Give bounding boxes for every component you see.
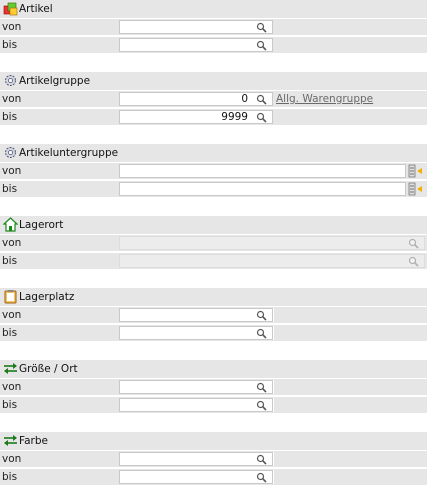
section-title: Artikeluntergruppe: [19, 147, 119, 159]
row-bis: bis: [0, 37, 427, 53]
artikelgruppe-bis-input[interactable]: 9999: [119, 110, 273, 124]
label-von: von: [2, 309, 22, 321]
label-bis: bis: [2, 471, 18, 483]
warengruppe-link[interactable]: Allg. Warengruppe: [276, 93, 373, 105]
section-header: Artikel: [0, 0, 427, 18]
divider: [273, 470, 274, 484]
section-header: Lagerort: [0, 216, 427, 234]
search-icon[interactable]: [256, 472, 267, 483]
groesse-von-input[interactable]: [119, 380, 273, 394]
house-icon: [3, 217, 18, 232]
row-bis: bis: [0, 181, 427, 197]
label-von: von: [2, 237, 22, 249]
row-bis: bis: [0, 253, 427, 269]
section-header: Farbe: [0, 432, 427, 450]
row-von: von: [0, 235, 427, 251]
search-icon[interactable]: [256, 40, 267, 51]
label-bis: bis: [2, 183, 18, 195]
select-list-icon[interactable]: [408, 164, 424, 178]
label-bis: bis: [2, 399, 18, 411]
search-icon: [408, 238, 419, 249]
label-von: von: [2, 21, 22, 33]
divider: [273, 398, 274, 412]
row-bis: bis: [0, 397, 427, 413]
search-icon[interactable]: [256, 94, 267, 105]
row-von: von: [0, 379, 427, 395]
divider: [273, 380, 274, 394]
row-bis: bis: [0, 325, 427, 341]
artikel-von-input[interactable]: [119, 20, 273, 34]
search-icon[interactable]: [256, 310, 267, 321]
section-header: Lagerplatz: [0, 288, 427, 306]
input-value: 9999: [221, 111, 248, 123]
label-von: von: [2, 381, 22, 393]
farbe-bis-input[interactable]: [119, 470, 273, 484]
section-title: Farbe: [19, 435, 48, 447]
row-von: von: [0, 307, 427, 323]
label-von: von: [2, 165, 22, 177]
artikel-bis-input[interactable]: [119, 38, 273, 52]
artikel-icon: [3, 2, 18, 16]
groesse-bis-input[interactable]: [119, 398, 273, 412]
gear-icon: [5, 75, 16, 86]
divider: [273, 308, 274, 322]
arrows-icon: [4, 363, 17, 374]
label-von: von: [2, 453, 22, 465]
label-bis: bis: [2, 327, 18, 339]
clipboard-icon: [4, 290, 17, 304]
search-icon[interactable]: [256, 454, 267, 465]
row-bis: bis 9999: [0, 109, 427, 125]
divider: [273, 326, 274, 340]
section-title: Lagerort: [19, 219, 64, 231]
search-icon[interactable]: [256, 400, 267, 411]
label-bis: bis: [2, 39, 18, 51]
arrows-icon: [4, 435, 17, 446]
row-von: von 0 Allg. Warengruppe: [0, 91, 427, 107]
farbe-von-input[interactable]: [119, 452, 273, 466]
search-icon[interactable]: [256, 328, 267, 339]
row-von: von: [0, 163, 427, 179]
section-header: Größe / Ort: [0, 360, 427, 378]
artikeluntergruppe-von-input[interactable]: [119, 164, 406, 178]
gear-icon: [5, 147, 16, 158]
row-von: von: [0, 19, 427, 35]
lagerplatz-bis-input[interactable]: [119, 326, 273, 340]
divider: [273, 452, 274, 466]
search-icon[interactable]: [256, 382, 267, 393]
row-bis: bis: [0, 469, 427, 485]
section-title: Lagerplatz: [19, 291, 75, 303]
section-header: Artikeluntergruppe: [0, 144, 427, 162]
artikeluntergruppe-bis-input[interactable]: [119, 182, 406, 196]
section-header: Artikelgruppe: [0, 72, 427, 90]
select-list-icon[interactable]: [408, 182, 424, 196]
search-icon[interactable]: [256, 112, 267, 123]
label-bis: bis: [2, 255, 18, 267]
section-title: Größe / Ort: [19, 363, 78, 375]
section-title: Artikel: [19, 3, 53, 15]
lagerort-bis-input[interactable]: [119, 254, 425, 268]
lagerort-von-input[interactable]: [119, 236, 425, 250]
row-von: von: [0, 451, 427, 467]
input-value: 0: [241, 93, 248, 105]
lagerplatz-von-input[interactable]: [119, 308, 273, 322]
search-icon: [408, 256, 419, 267]
artikelgruppe-von-input[interactable]: 0: [119, 92, 273, 106]
label-von: von: [2, 93, 22, 105]
search-icon[interactable]: [256, 22, 267, 33]
label-bis: bis: [2, 111, 18, 123]
section-title: Artikelgruppe: [19, 75, 91, 87]
